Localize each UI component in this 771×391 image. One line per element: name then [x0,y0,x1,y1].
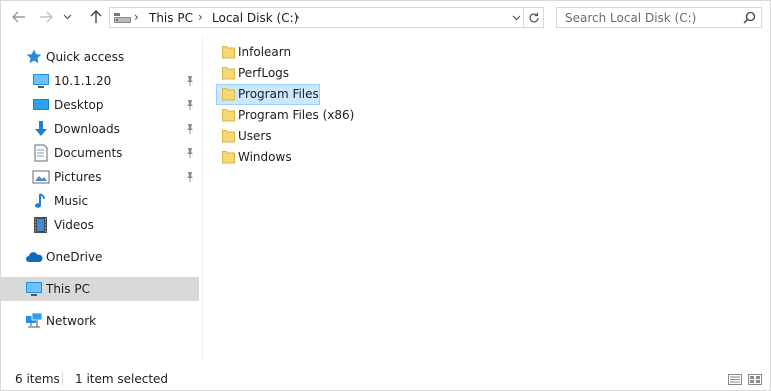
breadcrumb-local-disk[interactable]: Local Disk (C:) [212,11,298,25]
sidebar-item-label: Network [46,314,97,328]
item-count: 6 items [15,372,60,386]
file-name: Program Files (x86) [238,108,355,122]
forward-button[interactable] [35,6,57,28]
up-button[interactable] [85,6,107,28]
pin-icon [187,100,193,110]
folder-icon [222,151,235,164]
back-button[interactable] [8,6,30,28]
download-icon [35,121,47,136]
chevron-down-icon [512,15,521,20]
cloud-icon [26,252,43,262]
list-item[interactable]: PerfLogs [216,63,320,84]
sidebar-item-label: Videos [54,218,94,232]
search-input[interactable] [557,8,741,27]
list-item[interactable]: Program Files (x86) [216,105,354,126]
pin-icon [187,76,193,86]
pin-icon [187,148,193,158]
folder-icon [222,67,235,80]
breadcrumb-separator[interactable]: › [198,10,203,24]
refresh-icon [529,12,539,23]
arrow-up-icon [90,10,102,23]
monitor-icon [33,74,49,88]
star-icon [26,49,42,64]
file-name: Infolearn [238,45,292,59]
large-icons-view-button[interactable] [747,372,763,386]
details-view-icon [728,373,742,385]
large-icons-view-icon [748,373,762,385]
recent-locations-button[interactable] [60,6,74,28]
address-bar[interactable]: › This PC › Local Disk (C:) › [109,7,544,28]
search-icon[interactable] [743,11,756,24]
sidebar-item-downloads[interactable]: Downloads [0,117,199,141]
folder-icon [222,88,235,101]
sidebar-item-quick-access[interactable]: Quick access [0,45,199,69]
search-box[interactable] [556,7,762,28]
sidebar-item-network[interactable]: Network [0,309,199,333]
sidebar-item-label: OneDrive [46,250,103,264]
pin-icon [187,124,193,134]
list-item[interactable]: Program Files [216,84,320,105]
address-history-button[interactable] [509,7,524,28]
sidebar-item-music[interactable]: Music [0,189,199,213]
sidebar-item-label: Downloads [54,122,120,136]
sidebar-item-label: This PC [46,282,90,296]
file-name: Program Files [238,87,319,101]
pin-icon [187,172,193,182]
arrow-left-icon [12,11,25,23]
status-bar: 6 items 1 item selected [0,366,771,391]
status-divider [62,372,63,386]
drive-icon [114,13,131,23]
folder-icon [222,46,235,59]
sidebar-item-label: Music [54,194,89,208]
pane-divider[interactable] [202,36,203,362]
sidebar-item-onedrive[interactable]: OneDrive [0,245,199,269]
list-item[interactable]: Users [216,126,320,147]
list-item[interactable]: Windows [216,147,320,168]
navigation-pane: Quick access 10.1.1.20 Desktop Downloads… [0,36,202,362]
refresh-button[interactable] [523,7,544,28]
chevron-down-icon [63,14,71,20]
sidebar-item-label: 10.1.1.20 [54,74,112,88]
file-name: PerfLogs [238,66,290,80]
sidebar-item-pictures[interactable]: Pictures [0,165,199,189]
folder-icon [222,109,235,122]
desktop-icon [33,99,49,110]
breadcrumb-separator[interactable]: › [134,10,139,24]
sidebar-item-documents[interactable]: Documents [0,141,199,165]
list-item[interactable]: Infolearn [216,42,320,63]
sidebar-item-label: Documents [54,146,123,160]
document-icon [34,144,48,162]
video-icon [34,217,47,233]
sidebar-item-desktop[interactable]: Desktop [0,93,199,117]
network-icon [26,312,43,328]
details-view-button[interactable] [727,372,743,386]
sidebar-item-label: Pictures [54,170,102,184]
sidebar-item-this-pc[interactable]: This PC [0,277,199,301]
music-icon [35,193,45,208]
breadcrumb-this-pc[interactable]: This PC [149,11,193,25]
sidebar-item-videos[interactable]: Videos [0,213,199,237]
computer-icon [26,282,42,296]
file-name: Windows [238,150,292,164]
sidebar-item-label: Desktop [54,98,104,112]
sidebar-item-10-1-1-20[interactable]: 10.1.1.20 [0,69,199,93]
arrow-right-icon [40,11,53,23]
breadcrumb-separator[interactable]: › [295,10,300,24]
navigation-toolbar: › This PC › Local Disk (C:) › [0,0,771,36]
selection-count: 1 item selected [75,372,169,386]
folder-icon [222,130,235,143]
picture-icon [32,170,50,184]
sidebar-item-label: Quick access [46,50,125,64]
file-name: Users [238,129,272,143]
